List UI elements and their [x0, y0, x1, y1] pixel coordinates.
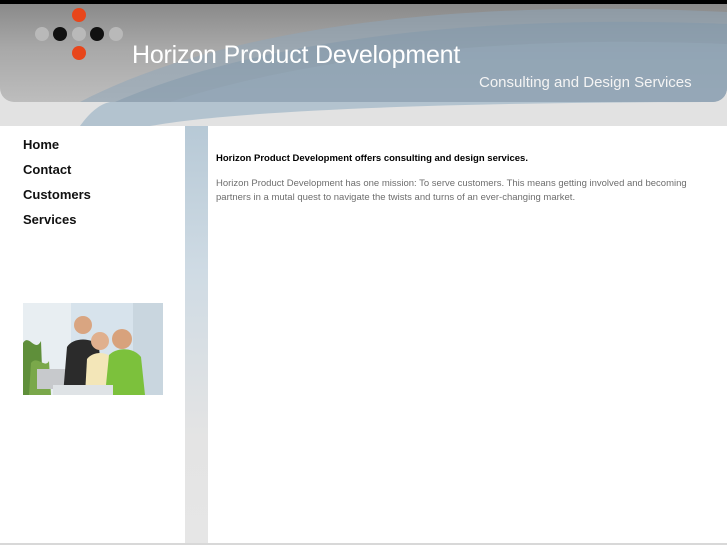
logo-dot-icon: [72, 27, 86, 41]
column-divider: [185, 126, 208, 543]
logo-dot-icon: [90, 27, 104, 41]
nav-customers-link[interactable]: Customers: [23, 186, 91, 211]
nav-home-link[interactable]: Home: [23, 136, 91, 161]
content-heading: Horizon Product Development offers consu…: [216, 153, 528, 164]
header-swoosh-lower: [80, 102, 727, 126]
site-title: Horizon Product Development: [132, 41, 461, 69]
nav-services-link[interactable]: Services: [23, 211, 91, 236]
logo-dot-icon: [72, 46, 86, 60]
logo-icon: [30, 6, 130, 64]
logo-dot-icon: [35, 27, 49, 41]
content-body: Horizon Product Development has one miss…: [216, 178, 687, 203]
logo-dot-icon: [72, 8, 86, 22]
site-tagline: Consulting and Design Services: [479, 74, 692, 91]
logo-dot-icon: [109, 27, 123, 41]
nav-contact-link[interactable]: Contact: [23, 161, 91, 186]
sidebar: Home Contact Customers Services: [0, 126, 185, 543]
team-photo-illustration: [23, 303, 163, 395]
main-content: Horizon Product Development offers consu…: [208, 126, 727, 543]
team-photo: [23, 303, 163, 395]
logo-dot-icon: [53, 27, 67, 41]
header-banner: Horizon Product Development Consulting a…: [0, 4, 727, 102]
site-header: Horizon Product Development Consulting a…: [0, 4, 727, 126]
main-nav: Home Contact Customers Services: [23, 136, 91, 236]
